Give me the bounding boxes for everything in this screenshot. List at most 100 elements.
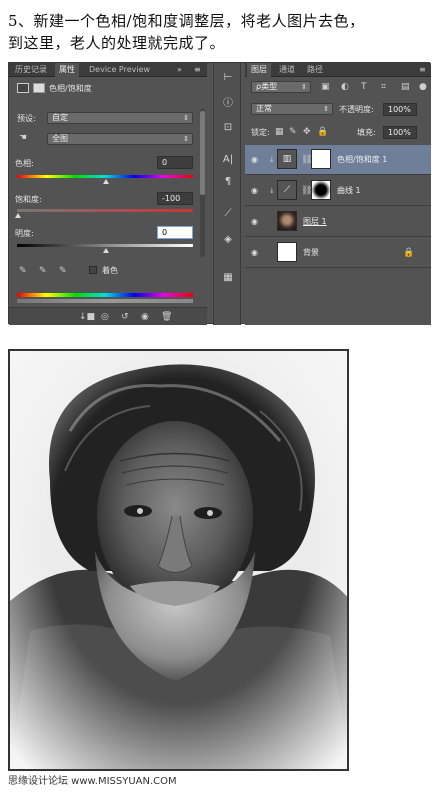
pixel-filter-icon[interactable]: ▣ <box>321 82 330 92</box>
tab-layers[interactable]: 图层 <box>247 63 271 77</box>
panel-title: 色相/饱和度 <box>49 84 92 93</box>
eye-icon[interactable]: ◉ <box>251 155 258 164</box>
lock-pixels-icon[interactable]: ✎ <box>289 127 297 137</box>
history-brush-icon[interactable]: ⊢ <box>220 71 236 85</box>
layer-name[interactable]: 背景 <box>303 247 319 258</box>
layer-mask-thumbnail[interactable] <box>311 180 331 200</box>
adjustment-icon <box>17 83 29 93</box>
curves-thumbnail: ⟋ <box>277 180 297 200</box>
blend-mode-select[interactable]: 正常 ⇕ <box>251 103 333 115</box>
hue-slider-track[interactable] <box>17 175 193 178</box>
tab-history[interactable]: 历史记录 <box>11 63 51 77</box>
adjustment-filter-icon[interactable]: ◐ <box>341 82 349 92</box>
hue-slider-thumb[interactable] <box>103 179 109 184</box>
layers-menu-icon[interactable]: ≡ <box>419 63 426 77</box>
shape-filter-icon[interactable]: ⌗ <box>381 82 386 92</box>
saturation-slider-thumb[interactable] <box>15 213 21 218</box>
lock-icon: 🔒 <box>403 248 415 258</box>
clip-arrow-icon: ↓ <box>269 187 275 195</box>
adjustment-thumbnail: ▥ <box>277 149 297 169</box>
clip-to-layer-icon[interactable]: ↓■ <box>79 312 95 322</box>
saturation-label: 饱和度: <box>15 195 42 204</box>
mask-icon[interactable] <box>33 83 45 93</box>
adjustments-icon[interactable]: ▦ <box>220 271 236 285</box>
colorize-label: 着色 <box>102 266 118 275</box>
eye-icon[interactable]: ◉ <box>251 186 258 195</box>
tab-channels[interactable]: 通道 <box>275 63 299 77</box>
layers-panel: 图层 通道 路径 ≡ ρ类型 ⇕ ▣ ◐ T ⌗ ▤ ● 正常 ⇕ 不透明度: 10… <box>245 63 431 325</box>
delete-icon[interactable]: 🗑 <box>161 312 172 322</box>
collapse-icon[interactable]: » <box>177 63 182 77</box>
target-adjust-hand-icon[interactable]: ☚ <box>19 133 27 143</box>
character-icon[interactable]: A| <box>220 153 236 167</box>
select-arrow-icon: ⇕ <box>183 135 189 143</box>
lightness-slider-thumb[interactable] <box>103 248 109 253</box>
layer-mask-thumbnail[interactable] <box>311 149 331 169</box>
tool-column: ⊢ ⓘ ⊡ A| ¶ ⟋ ◈ ▦ <box>213 63 241 325</box>
eyedropper-minus-icon[interactable]: ✎ <box>59 266 67 276</box>
layer-row-layer1[interactable]: ◉ 图层 1 <box>245 207 431 237</box>
output-color-bar <box>17 299 193 303</box>
lock-position-icon[interactable]: ✥ <box>303 127 311 137</box>
grayscale-portrait-image <box>10 351 347 769</box>
eyedropper-icon[interactable]: ✎ <box>19 266 27 276</box>
filter-toggle-icon[interactable]: ● <box>419 82 427 92</box>
layer-name[interactable]: 色相/饱和度 1 <box>337 154 387 165</box>
input-color-bar <box>17 293 193 297</box>
select-arrow-icon: ⇕ <box>183 114 189 122</box>
type-filter-icon[interactable]: T <box>361 82 367 92</box>
colorize-checkbox[interactable] <box>89 266 97 274</box>
layer-name[interactable]: 图层 1 <box>303 216 327 227</box>
lightness-input[interactable]: 0 <box>157 226 193 239</box>
fill-label: 填充: <box>357 128 376 137</box>
hue-input[interactable]: 0 <box>157 156 193 169</box>
layer-row-curves[interactable]: ◉ ↓ ⟋ ⛓ 曲线 1 <box>245 176 431 206</box>
preset-label: 预设: <box>17 114 36 123</box>
layers-tabbar: 图层 通道 路径 ≡ <box>245 63 431 77</box>
lock-label: 锁定: <box>251 128 270 137</box>
eyedropper-plus-icon[interactable]: ✎ <box>39 266 47 276</box>
background-thumbnail <box>277 242 297 262</box>
opacity-label: 不透明度: <box>339 105 374 114</box>
caption-line-1: 5、新建一个色相/饱和度调整层，将老人图片去色， <box>8 12 365 30</box>
tab-properties[interactable]: 属性 <box>55 63 79 77</box>
lightness-slider-track[interactable] <box>17 244 193 247</box>
tab-device-preview[interactable]: Device Preview <box>85 63 154 77</box>
panel-menu-icon[interactable]: ≡ <box>194 63 201 77</box>
preset-select[interactable]: 自定 ⇕ <box>47 112 193 124</box>
eye-icon[interactable]: ◉ <box>251 217 258 226</box>
tutorial-caption: 5、新建一个色相/饱和度调整层，将老人图片去色， 到这里，老人的处理就完成了。 <box>8 10 432 54</box>
visibility-icon[interactable]: ◉ <box>141 312 149 322</box>
saturation-input[interactable]: -100 <box>157 192 193 205</box>
saturation-slider-track[interactable] <box>17 209 193 212</box>
caption-line-2: 到这里，老人的处理就完成了。 <box>8 34 226 52</box>
tab-paths[interactable]: 路径 <box>303 63 327 77</box>
reset-icon[interactable]: ↺ <box>121 312 129 322</box>
layer-row-background[interactable]: ◉ 背景 🔒 <box>245 238 431 268</box>
layers-icon[interactable]: ◈ <box>220 233 236 247</box>
view-previous-icon[interactable]: ◎ <box>101 312 109 322</box>
hue-label: 色相: <box>15 159 34 168</box>
layer-filter-select[interactable]: ρ类型 ⇕ <box>251 81 311 93</box>
properties-bottom-bar: ↓■ ◎ ↺ ◉ 🗑 <box>9 307 207 325</box>
transform-icon[interactable]: ⊡ <box>220 121 236 135</box>
lock-all-icon[interactable]: 🔒 <box>317 127 328 137</box>
eye-icon[interactable]: ◉ <box>251 248 258 257</box>
paragraph-icon[interactable]: ¶ <box>220 175 236 189</box>
clip-arrow-icon: ↓ <box>269 156 275 164</box>
photo-thumbnail <box>277 211 297 231</box>
opacity-input[interactable]: 100% <box>383 103 417 116</box>
layer-row-hue-saturation[interactable]: ◉ ↓ ▥ ⛓ 色相/饱和度 1 <box>245 145 431 175</box>
fill-input[interactable]: 100% <box>383 126 417 139</box>
brush-icon[interactable]: ⟋ <box>220 207 236 221</box>
result-photo <box>8 349 349 771</box>
smart-filter-icon[interactable]: ▤ <box>401 82 410 92</box>
properties-scrollbar[interactable] <box>200 109 205 257</box>
properties-panel: 历史记录 属性 Device Preview » ≡ 色相/饱和度 预设: 自定… <box>9 63 207 325</box>
photoshop-screenshot: 历史记录 属性 Device Preview » ≡ 色相/饱和度 预设: 自定… <box>8 62 431 325</box>
channel-select[interactable]: 全图 ⇕ <box>47 133 193 145</box>
layer-name[interactable]: 曲线 1 <box>337 185 361 196</box>
info-icon[interactable]: ⓘ <box>220 97 236 111</box>
lock-transparency-icon[interactable]: ▦ <box>275 127 284 137</box>
scrollbar-knob[interactable] <box>200 111 205 195</box>
